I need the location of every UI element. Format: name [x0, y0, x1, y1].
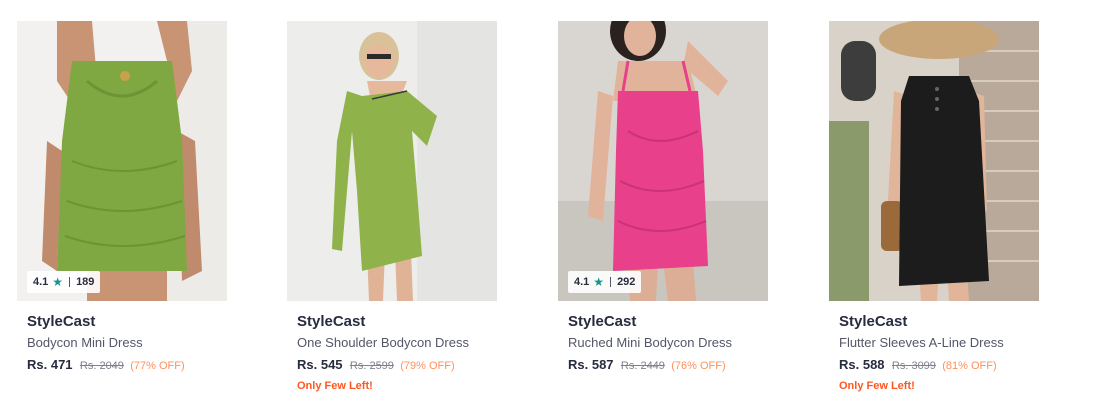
stock-warning: Only Few Left! — [839, 380, 915, 392]
product-info: StyleCast Bodycon Mini Dress Rs. 471 Rs.… — [17, 301, 227, 374]
rating-badge: 4.1 ★ 189 — [27, 271, 101, 293]
product-mrp: Rs. 2449 — [620, 360, 665, 372]
product-info: StyleCast Flutter Sleeves A-Line Dress R… — [829, 301, 1039, 393]
product-image[interactable]: 4.1 ★ 292 — [558, 21, 768, 301]
price-row: Rs. 588 Rs. 3099 (81% OFF) — [839, 357, 1029, 374]
rating-count: 189 — [76, 276, 95, 288]
price-row: Rs. 545 Rs. 2599 (79% OFF) — [297, 357, 487, 374]
price-row: Rs. 587 Rs. 2449 (76% OFF) — [568, 357, 758, 374]
star-icon: ★ — [52, 275, 64, 289]
product-info: StyleCast Ruched Mini Bodycon Dress Rs. … — [558, 301, 768, 374]
rating-badge: 4.1 ★ 292 — [568, 271, 642, 293]
product-name: One Shoulder Bodycon Dress — [297, 335, 469, 350]
rating-value: 4.1 — [574, 276, 590, 288]
product-brand: StyleCast — [27, 313, 96, 330]
product-price: Rs. 545 — [297, 357, 343, 372]
product-mrp: Rs. 3099 — [891, 360, 936, 372]
product-name: Bodycon Mini Dress — [27, 335, 143, 350]
star-icon: ★ — [593, 275, 605, 289]
product-card[interactable]: StyleCast Flutter Sleeves A-Line Dress R… — [829, 21, 1039, 401]
product-mrp: Rs. 2599 — [349, 360, 394, 372]
rating-divider — [69, 277, 71, 287]
product-discount: (81% OFF) — [942, 360, 997, 372]
product-mrp: Rs. 2049 — [79, 360, 124, 372]
product-info: StyleCast One Shoulder Bodycon Dress Rs.… — [287, 301, 497, 393]
product-discount: (79% OFF) — [400, 360, 455, 372]
product-card[interactable]: StyleCast One Shoulder Bodycon Dress Rs.… — [287, 21, 497, 401]
product-card[interactable]: 4.1 ★ 189 StyleCast Bodycon Mini Dress R… — [17, 21, 227, 401]
stock-warning: Only Few Left! — [297, 380, 373, 392]
rating-count: 292 — [617, 276, 636, 288]
product-brand: StyleCast — [839, 313, 908, 330]
product-grid: 4.1 ★ 189 StyleCast Bodycon Mini Dress R… — [0, 0, 1095, 412]
product-image[interactable]: 4.1 ★ 189 — [17, 21, 227, 301]
product-name: Ruched Mini Bodycon Dress — [568, 335, 733, 350]
rating-value: 4.1 — [33, 276, 49, 288]
product-brand: StyleCast — [297, 313, 366, 330]
product-price: Rs. 588 — [839, 357, 885, 372]
product-discount: (76% OFF) — [671, 360, 726, 372]
product-card[interactable]: 4.1 ★ 292 StyleCast Ruched Mini Bodycon … — [558, 21, 768, 401]
product-brand: StyleCast — [568, 313, 637, 330]
product-price: Rs. 471 — [27, 357, 73, 372]
product-image[interactable] — [287, 21, 497, 301]
product-image[interactable] — [829, 21, 1039, 301]
product-discount: (77% OFF) — [130, 360, 185, 372]
price-row: Rs. 471 Rs. 2049 (77% OFF) — [27, 357, 217, 374]
product-name: Flutter Sleeves A-Line Dress — [839, 335, 1004, 350]
rating-divider — [610, 277, 612, 287]
product-price: Rs. 587 — [568, 357, 614, 372]
